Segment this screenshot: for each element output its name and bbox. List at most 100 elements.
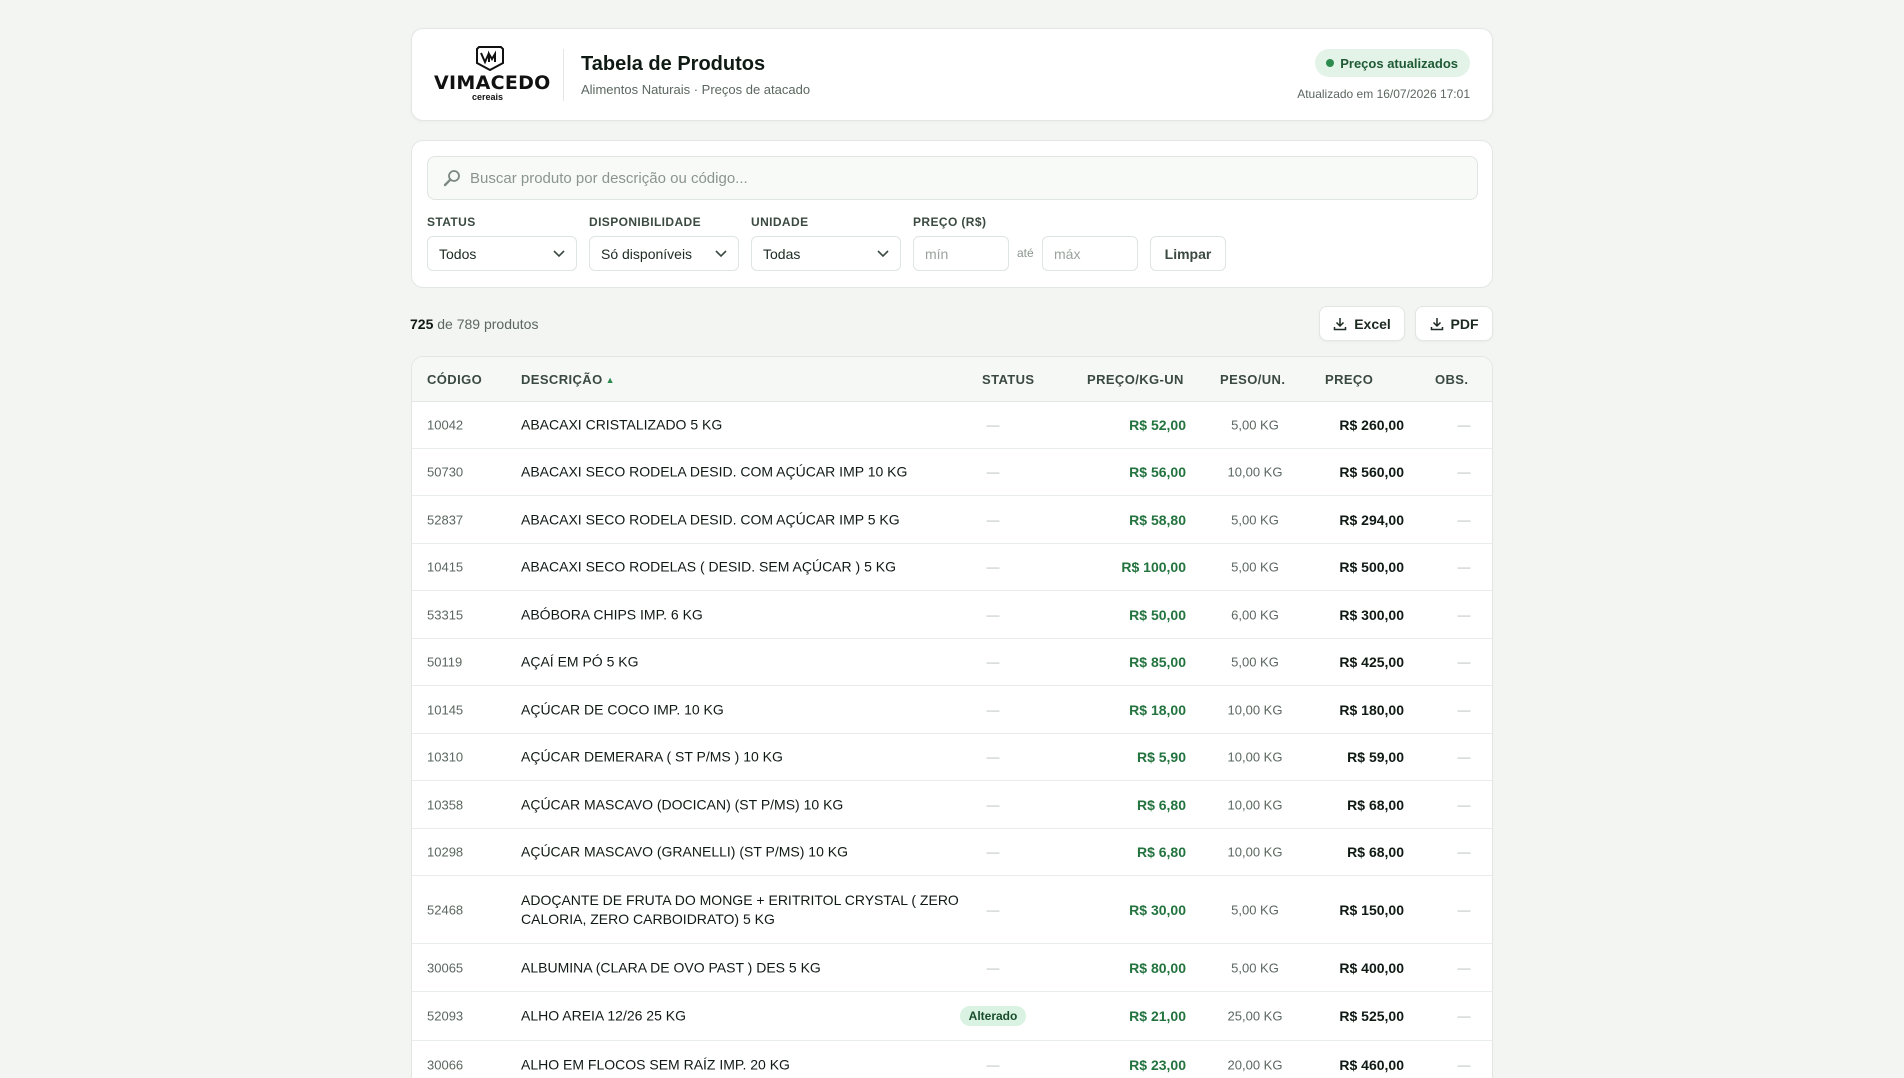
export-pdf-button[interactable]: PDF xyxy=(1415,306,1493,341)
table-row[interactable]: 52837 ABACAXI SECO RODELA DESID. COM AÇÚC… xyxy=(412,496,1492,544)
cell-obs: — xyxy=(1457,702,1471,717)
cell-code: 50119 xyxy=(427,654,463,670)
table-row[interactable]: 10042 ABACAXI CRISTALIZADO 5 KG — R$ 52,00 5… xyxy=(412,402,1492,449)
cell-status: — xyxy=(986,844,1000,860)
column-header-status[interactable]: STATUS xyxy=(982,372,1034,387)
export-pdf-label: PDF xyxy=(1450,315,1479,332)
cell-price: R$ 560,00 xyxy=(1339,464,1404,480)
table-row[interactable]: 52093 ALHO AREIA 12/26 25 KG Alterado R$ 21… xyxy=(412,992,1492,1041)
download-icon xyxy=(1430,317,1443,330)
sort-ascending-icon: ▲ xyxy=(605,375,615,385)
cell-weight: 10,00 KG xyxy=(1227,702,1283,717)
cell-description: ALBUMINA (CLARA DE OVO PAST ) DES 5 KG xyxy=(521,959,821,975)
cell-obs: — xyxy=(1457,654,1471,670)
cell-code: 10358 xyxy=(427,797,464,812)
cell-price: R$ 180,00 xyxy=(1339,701,1404,718)
column-header-price-per-kg[interactable]: PREÇO/KG-UN xyxy=(1087,372,1184,387)
cell-weight: 5,00 KG xyxy=(1231,654,1279,670)
header-divider xyxy=(563,49,564,101)
clear-filters-button[interactable]: Limpar xyxy=(1150,236,1226,271)
logo-mark-icon xyxy=(476,46,504,71)
cell-status: — xyxy=(986,749,1000,765)
cell-status: — xyxy=(986,902,1000,917)
chevron-down-icon xyxy=(553,249,565,257)
column-header-code[interactable]: CÓDIGO xyxy=(427,372,482,387)
table-row[interactable]: 30066 ALHO EM FLOCOS SEM RAÍZ IMP. 20 KG —… xyxy=(412,1041,1492,1078)
cell-description: AÇÚCAR DE COCO IMP. 10 KG xyxy=(521,701,724,717)
table-row[interactable]: 50730 ABACAXI SECO RODELA DESID. COM AÇÚC… xyxy=(412,449,1492,496)
cell-price-per-kg: R$ 50,00 xyxy=(1129,606,1186,623)
cell-status: — xyxy=(986,559,1000,575)
download-icon xyxy=(1333,317,1347,330)
cell-weight: 10,00 KG xyxy=(1227,749,1283,765)
column-header-price[interactable]: PREÇO xyxy=(1325,372,1373,387)
cell-description: ALHO EM FLOCOS SEM RAÍZ IMP. 20 KG xyxy=(521,1056,790,1072)
cell-code: 30066 xyxy=(427,1057,464,1072)
table-row[interactable]: 10298 AÇÚCAR MASCAVO (GRANELLI) (ST P/MS)… xyxy=(412,829,1492,876)
brand-logo[interactable]: VIMACEDO cereais xyxy=(434,45,551,105)
cell-price-per-kg: R$ 18,00 xyxy=(1129,701,1186,718)
cell-code: 52837 xyxy=(427,512,464,527)
table-row[interactable]: 30065 ALBUMINA (CLARA DE OVO PAST ) DES 5… xyxy=(412,944,1492,992)
cell-price-per-kg: R$ 6,80 xyxy=(1136,796,1186,813)
availability-filter-select[interactable]: Só disponíveis xyxy=(589,236,739,271)
column-header-obs[interactable]: OBS. xyxy=(1435,372,1468,387)
cell-price: R$ 525,00 xyxy=(1339,1008,1404,1024)
cell-description: AÇÚCAR DEMERARA ( ST P/MS ) 10 KG xyxy=(521,748,783,765)
cell-code: 10042 xyxy=(427,417,464,433)
search-box[interactable] xyxy=(427,156,1478,200)
products-table: CÓDIGO DESCRIÇÃO ▲ STATUS PREÇO/KG-UN PES… xyxy=(411,356,1493,1078)
cell-status: — xyxy=(986,654,1000,670)
column-header-weight[interactable]: PESO/UN. xyxy=(1220,372,1285,387)
cell-obs: — xyxy=(1457,797,1471,812)
unit-filter-select[interactable]: Todas xyxy=(751,236,901,271)
cell-code: 52468 xyxy=(427,902,464,917)
cell-price-per-kg: R$ 30,00 xyxy=(1129,901,1186,918)
cell-price: R$ 260,00 xyxy=(1339,417,1404,433)
table-row[interactable]: 53315 ABÓBORA CHIPS IMP. 6 KG — R$ 50,00 6,0… xyxy=(412,591,1492,639)
cell-status: — xyxy=(986,702,1000,717)
export-excel-label: Excel xyxy=(1354,315,1391,332)
header-card: VIMACEDO cereais Tabela de Produtos Alim… xyxy=(411,28,1493,121)
cell-price: R$ 150,00 xyxy=(1339,901,1404,918)
table-row[interactable]: 10358 AÇÚCAR MASCAVO (DOCICAN) (ST P/MS) … xyxy=(412,781,1492,829)
cell-price: R$ 425,00 xyxy=(1339,654,1404,670)
cell-price: R$ 300,00 xyxy=(1339,606,1404,623)
export-excel-button[interactable]: Excel xyxy=(1319,306,1405,341)
cell-weight: 5,00 KG xyxy=(1231,902,1279,917)
cell-obs: — xyxy=(1457,512,1471,527)
search-input[interactable] xyxy=(470,169,1477,187)
price-range-separator: até xyxy=(1017,246,1034,260)
cell-price: R$ 59,00 xyxy=(1347,749,1404,765)
cell-price-per-kg: R$ 52,00 xyxy=(1129,417,1186,433)
cell-price-per-kg: R$ 58,80 xyxy=(1129,511,1186,528)
prices-updated-badge: Preços atualizados xyxy=(1315,49,1470,77)
table-row[interactable]: 10310 AÇÚCAR DEMERARA ( ST P/MS ) 10 KG — R… xyxy=(412,734,1492,781)
cell-description: AÇÚCAR MASCAVO (GRANELLI) (ST P/MS) 10 K… xyxy=(521,843,848,860)
table-row[interactable]: 10145 AÇÚCAR DE COCO IMP. 10 KG — R$ 18,00 1… xyxy=(412,686,1492,734)
status-dot-icon xyxy=(1326,59,1335,67)
cell-status: — xyxy=(986,1057,1000,1072)
chevron-down-icon xyxy=(877,249,889,257)
cell-obs: — xyxy=(1457,844,1471,860)
chevron-down-icon xyxy=(715,249,727,257)
cell-obs: — xyxy=(1457,464,1471,480)
logo-wordmark: VIMACEDO xyxy=(434,72,551,94)
cell-price-per-kg: R$ 100,00 xyxy=(1121,559,1186,575)
table-row[interactable]: 50119 AÇAÍ EM PÓ 5 KG — R$ 85,00 5,00 KG R$ 4… xyxy=(412,639,1492,686)
cell-weight: 5,00 KG xyxy=(1231,559,1279,575)
result-count-shown: 725 xyxy=(410,316,434,332)
price-min-input[interactable] xyxy=(913,236,1009,271)
column-header-description[interactable]: DESCRIÇÃO ▲ xyxy=(521,372,615,387)
cell-description: ABACAXI CRISTALIZADO 5 KG xyxy=(521,416,723,433)
cell-code: 10415 xyxy=(427,559,464,575)
cell-status: Alterado xyxy=(951,1006,1035,1026)
table-row[interactable]: 52468 ADOÇANTE DE FRUTA DO MONGE + ERITRI… xyxy=(412,876,1492,944)
cell-description: ADOÇANTE DE FRUTA DO MONGE + ERITRITOL C… xyxy=(521,891,959,927)
cell-obs: — xyxy=(1457,1057,1471,1072)
table-row[interactable]: 10415 ABACAXI SECO RODELAS ( DESID. SEM A… xyxy=(412,544,1492,591)
prices-updated-label: Preços atualizados xyxy=(1340,55,1458,71)
cell-weight: 5,00 KG xyxy=(1231,512,1279,527)
price-max-input[interactable] xyxy=(1042,236,1138,271)
status-filter-select[interactable]: Todos xyxy=(427,236,577,271)
